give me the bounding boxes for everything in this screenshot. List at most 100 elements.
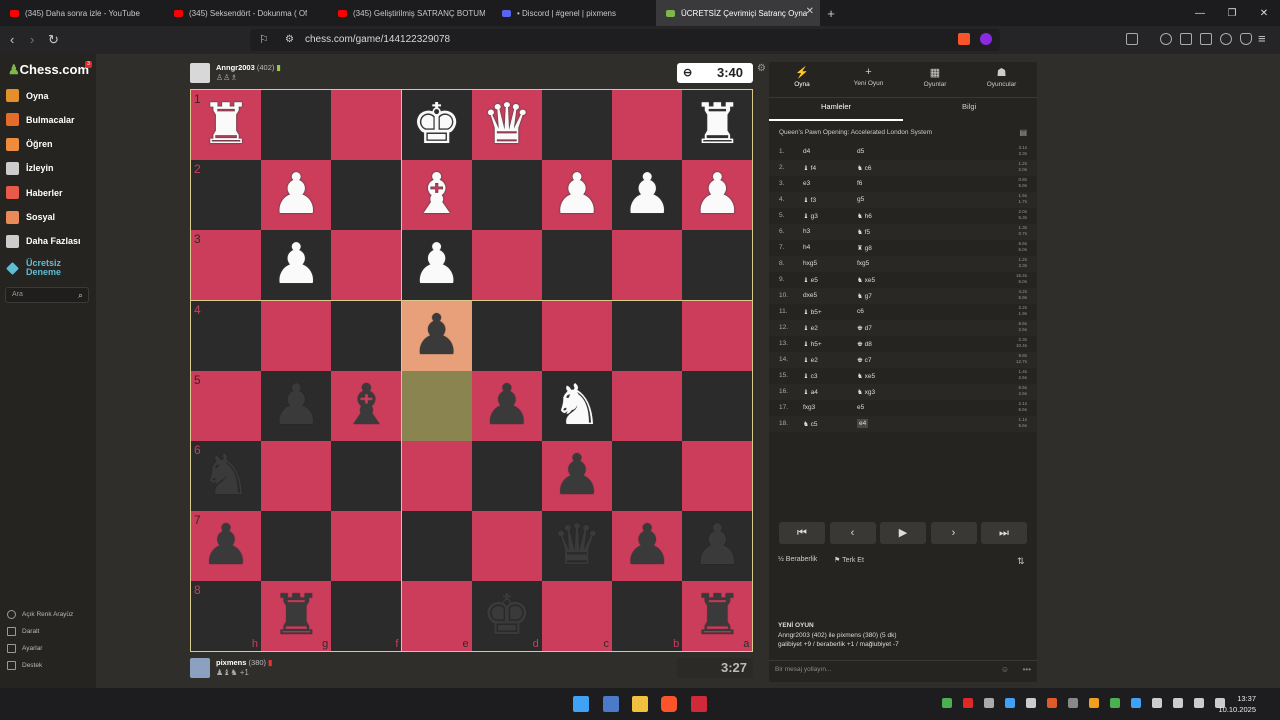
last-move-button[interactable]: ⏭ [981,522,1027,544]
square-g3[interactable]: ♟ [261,230,332,301]
tray-icon[interactable] [1089,698,1099,708]
square-b2[interactable]: ♟ [612,160,683,231]
board-settings-icon[interactable]: ⚙ [757,63,766,74]
tab-info[interactable]: Bilgi [962,102,976,111]
square-d3[interactable] [471,230,542,301]
top-player-name[interactable]: Anngr2003 [216,63,255,72]
tray-icon[interactable] [1068,698,1078,708]
reload-icon[interactable]: ↻ [48,31,59,49]
site-info-icon[interactable]: ⚙ [285,31,294,49]
panel-tab-3[interactable]: ☗ Oyuncular [969,66,1035,88]
minimize-button[interactable]: — [1184,0,1216,26]
black-move[interactable]: ♚ c7 [857,356,872,364]
black-move[interactable]: ♚ d8 [857,340,872,348]
square-f2[interactable] [331,160,402,231]
black-piece[interactable]: ♟ [612,511,682,581]
white-piece[interactable]: ♟ [542,160,612,230]
white-piece[interactable]: ♜ [191,90,261,160]
wallet-icon[interactable] [1200,33,1212,45]
vpn-icon[interactable] [1240,33,1252,45]
black-move[interactable]: ♞ g7 [857,292,872,300]
footer-item[interactable]: Açık Renk Arayüz [7,610,73,619]
square-d1[interactable]: ♛ [471,90,542,160]
white-piece[interactable]: ♟ [682,160,752,230]
square-c7[interactable]: ♛ [542,511,612,582]
square-e6[interactable] [401,441,472,511]
black-move[interactable]: ♞ xe5 [857,276,875,284]
black-move[interactable]: ♜ g8 [857,244,872,252]
white-move[interactable]: ♝ e5 [803,276,818,284]
tray-icon[interactable] [1047,698,1057,708]
white-move[interactable]: ♝ e2 [803,356,818,364]
square-c1[interactable] [542,90,612,160]
square-e5[interactable] [401,370,472,441]
square-b6[interactable] [612,441,683,511]
square-g2[interactable]: ♟ [261,160,332,231]
browser-tab[interactable]: (345) Seksendört - Dokunma ( Of [164,0,328,26]
black-piece[interactable]: ♟ [402,301,472,371]
tray-icon[interactable] [1026,698,1036,708]
square-d7[interactable] [471,511,542,582]
tray-icon[interactable] [942,698,952,708]
tab-moves[interactable]: Hamleler [821,102,851,111]
white-piece[interactable]: ♟ [261,230,331,300]
square-f8[interactable]: f [331,581,402,652]
square-c4[interactable] [542,300,612,371]
square-b3[interactable] [612,230,683,301]
chess-logo[interactable]: ♟Chess.com [8,62,89,78]
square-a4[interactable] [682,300,753,371]
white-move[interactable]: dxe5 [803,292,817,299]
white-piece[interactable]: ♚ [402,90,472,160]
draw-button[interactable]: ½ Beraberlik [778,556,817,563]
square-d2[interactable] [471,160,542,231]
forward-icon[interactable]: › [30,31,34,49]
white-piece[interactable]: ♛ [472,90,542,160]
black-piece[interactable]: ♟ [261,371,331,441]
app-icon[interactable] [691,696,707,712]
bottom-player-name[interactable]: pixmens [216,658,246,667]
maximize-button[interactable]: ❐ [1216,0,1248,26]
white-move[interactable]: ♝ e2 [803,324,818,332]
sidebar-item-öğren[interactable]: Öğren [6,137,53,151]
square-a7[interactable]: ♟ [682,511,753,582]
back-icon[interactable]: ‹ [10,31,14,49]
sidebar-item-i̇zleyin[interactable]: İzleyin [6,161,54,175]
footer-item[interactable]: Daralt [7,627,39,636]
square-b4[interactable] [612,300,683,371]
square-a3[interactable] [682,230,753,301]
black-piece[interactable]: ♜ [682,581,752,651]
square-h5[interactable]: 5 [191,370,261,441]
square-f4[interactable] [331,300,402,371]
first-move-button[interactable]: ⏮ [779,522,825,544]
square-e7[interactable] [401,511,472,582]
square-h8[interactable]: 8h [191,581,261,652]
square-a2[interactable]: ♟ [682,160,753,231]
tray-icon[interactable] [1131,698,1141,708]
square-b1[interactable] [612,90,683,160]
black-move[interactable]: fxg5 [857,260,869,267]
square-d8[interactable]: d ♚ [471,581,542,652]
square-c6[interactable]: ♟ [542,441,612,511]
white-move[interactable]: h3 [803,228,810,235]
white-move[interactable]: ♞ c5 [803,420,818,428]
reader-icon[interactable] [1180,33,1192,45]
black-move[interactable]: d5 [857,148,864,155]
white-move[interactable]: ♝ b5+ [803,308,822,316]
book-icon[interactable]: ▤ [1019,128,1027,137]
sidebar-item-bulmacalar[interactable]: Bulmacalar [6,113,75,127]
ai-icon[interactable] [1220,33,1232,45]
next-move-button[interactable]: › [930,522,977,544]
white-move[interactable]: ♝ c3 [803,372,818,380]
sidebar-item-trial[interactable]: Ücretsiz Deneme [6,259,66,277]
square-g7[interactable] [261,511,332,582]
white-piece[interactable]: ♞ [542,371,612,441]
tray-icon[interactable] [963,698,973,708]
chat-input[interactable]: Bir mesaj yollayın... ☺ ••• [769,660,1037,680]
square-h2[interactable]: 2 [191,160,261,231]
brave-shield-icon[interactable] [958,33,970,45]
address-bar[interactable]: ⚐ ⚙ chess.com/game/144122329078 [250,29,1000,51]
square-a6[interactable] [682,441,753,511]
square-g1[interactable] [261,90,332,160]
close-window-button[interactable]: ✕ [1248,0,1280,26]
sidebar-item-haberler[interactable]: Haberler [6,186,63,200]
